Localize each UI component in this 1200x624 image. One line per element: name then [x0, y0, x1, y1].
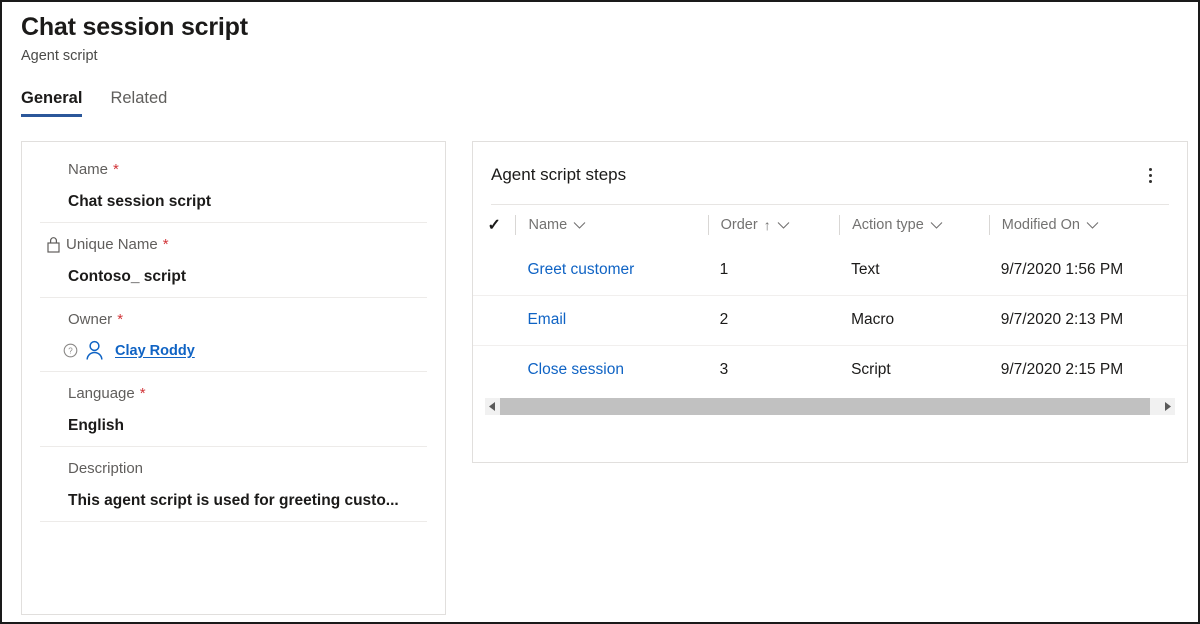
field-unique-name: Unique Name * Contoso_ script	[40, 223, 427, 298]
field-language-label: Language *	[40, 384, 427, 403]
chevron-down-icon[interactable]	[1086, 221, 1099, 230]
row-modified-on-cell: 9/7/2020 2:13 PM	[989, 295, 1187, 345]
field-description-value[interactable]: This agent script is used for greeting c…	[40, 491, 427, 511]
row-action-type-cell: Macro	[839, 295, 989, 345]
row-order-cell: 3	[708, 345, 839, 395]
row-order-cell: 2	[708, 295, 839, 345]
presence-unknown-icon: ?	[63, 343, 78, 358]
field-language-label-text: Language	[68, 384, 135, 403]
lock-icon	[46, 236, 61, 253]
page-root: Chat session script Agent script General…	[2, 2, 1198, 622]
field-owner-value: ? Clay Roddy	[40, 340, 427, 361]
required-asterisk: *	[163, 235, 169, 254]
field-unique-name-label: Unique Name *	[40, 235, 427, 254]
field-name-label: Name *	[40, 160, 427, 179]
field-unique-name-value[interactable]: Contoso_ script	[40, 267, 427, 287]
chevron-down-icon[interactable]	[573, 221, 586, 230]
row-name-link[interactable]: Email	[527, 311, 566, 328]
checkmark-icon[interactable]: ✓	[488, 215, 501, 235]
field-name-label-text: Name	[68, 160, 108, 179]
general-form-card: Name * Chat session script Unique Name * C…	[21, 141, 446, 615]
person-icon	[85, 340, 104, 361]
field-language: Language * English	[40, 372, 427, 447]
column-header-modified-on-label: Modified On	[1002, 217, 1080, 233]
row-select-cell[interactable]	[473, 245, 515, 295]
field-owner-label: Owner *	[40, 310, 427, 329]
scroll-left-icon[interactable]	[485, 398, 500, 415]
field-name-value[interactable]: Chat session script	[40, 192, 427, 212]
grid-header: Agent script steps	[473, 142, 1187, 188]
chevron-down-icon[interactable]	[777, 221, 790, 230]
svg-text:?: ?	[68, 347, 73, 356]
required-asterisk: *	[117, 310, 123, 329]
page-title: Chat session script	[21, 12, 248, 42]
scrollbar-track[interactable]	[500, 398, 1160, 415]
field-description: Description This agent script is used fo…	[40, 447, 427, 522]
column-header-order[interactable]: Order ↑	[708, 205, 839, 245]
row-select-cell[interactable]	[473, 345, 515, 395]
row-action-type-cell: Script	[839, 345, 989, 395]
owner-link[interactable]: Clay Roddy	[115, 343, 195, 359]
tab-general[interactable]: General	[21, 88, 82, 117]
field-language-value[interactable]: English	[40, 416, 427, 436]
field-unique-name-label-text: Unique Name	[66, 235, 158, 254]
field-name: Name * Chat session script	[40, 146, 427, 223]
scroll-right-icon[interactable]	[1160, 398, 1175, 415]
field-description-label-text: Description	[68, 459, 143, 478]
row-modified-on-cell: 9/7/2020 1:56 PM	[989, 245, 1187, 295]
grid-title: Agent script steps	[491, 164, 626, 186]
column-header-name-label: Name	[528, 217, 567, 233]
column-header-modified-on[interactable]: Modified On	[989, 205, 1187, 245]
column-header-action-type-label: Action type	[852, 217, 924, 233]
row-action-type-cell: Text	[839, 245, 989, 295]
table-header-row: ✓ Name Order ↑	[473, 205, 1187, 245]
tab-related[interactable]: Related	[110, 88, 167, 117]
scrollbar-thumb[interactable]	[500, 398, 1150, 415]
row-order-cell: 1	[708, 245, 839, 295]
row-modified-on-cell: 9/7/2020 2:15 PM	[989, 345, 1187, 395]
agent-script-steps-table: ✓ Name Order ↑	[473, 205, 1187, 395]
tab-bar: General Related	[21, 88, 167, 117]
page-subtitle: Agent script	[21, 47, 248, 65]
required-asterisk: *	[113, 160, 119, 179]
table-row[interactable]: Close session 3 Script 9/7/2020 2:15 PM	[473, 345, 1187, 395]
row-name-cell[interactable]: Close session	[515, 345, 707, 395]
field-description-label: Description	[40, 459, 427, 478]
column-header-select-all[interactable]: ✓	[473, 205, 515, 245]
sort-ascending-icon: ↑	[764, 217, 771, 233]
row-name-cell[interactable]: Email	[515, 295, 707, 345]
agent-script-steps-card: Agent script steps ✓	[472, 141, 1188, 463]
field-owner: Owner* ? Clay Rod	[40, 298, 427, 372]
table-row[interactable]: Email 2 Macro 9/7/2020 2:13 PM	[473, 295, 1187, 345]
table-row[interactable]: Greet customer 1 Text 9/7/2020 1:56 PM	[473, 245, 1187, 295]
column-header-action-type[interactable]: Action type	[839, 205, 989, 245]
row-select-cell[interactable]	[473, 295, 515, 345]
chevron-down-icon[interactable]	[930, 221, 943, 230]
form-fields: Name * Chat session script Unique Name * C…	[22, 146, 445, 522]
row-name-link[interactable]: Greet customer	[527, 261, 634, 278]
table-body: Greet customer 1 Text 9/7/2020 1:56 PM E…	[473, 245, 1187, 395]
horizontal-scrollbar[interactable]	[485, 398, 1175, 415]
column-header-name[interactable]: Name	[515, 205, 707, 245]
column-header-order-label: Order	[721, 217, 758, 233]
row-name-link[interactable]: Close session	[527, 361, 624, 378]
row-name-cell[interactable]: Greet customer	[515, 245, 707, 295]
more-commands-icon[interactable]	[1137, 162, 1163, 188]
page-header: Chat session script Agent script	[21, 12, 248, 65]
field-owner-label-text: Owner	[68, 310, 112, 329]
required-asterisk: *	[140, 384, 146, 403]
